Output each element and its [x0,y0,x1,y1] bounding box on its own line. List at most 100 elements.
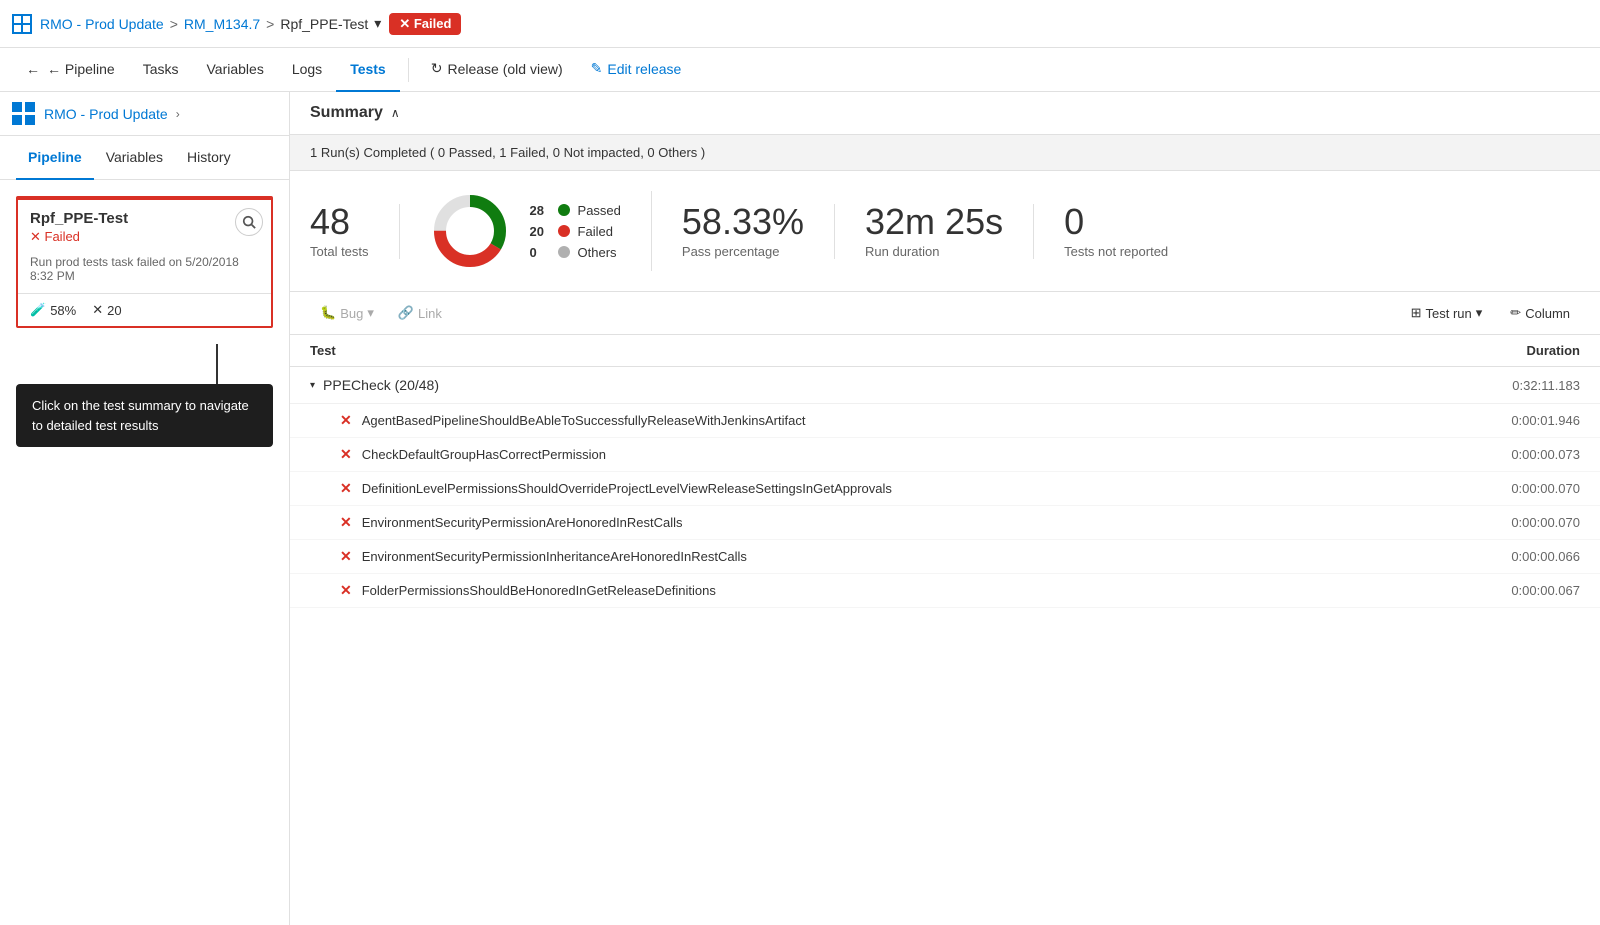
breadcrumb-release[interactable]: RM_M134.7 [184,16,260,32]
group-duration: 0:32:11.183 [1460,378,1580,393]
others-label: Others [578,245,617,260]
sidebar-brand: RMO - Prod Update › [0,92,289,136]
main-layout: RMO - Prod Update › Pipeline Variables H… [0,92,1600,925]
group-expand-icon: ▾ [310,380,315,391]
stage-dropdown-arrow[interactable]: ▾ [374,15,381,32]
donut-chart [430,191,510,271]
not-reported-label: Tests not reported [1064,244,1168,259]
nav-release-old[interactable]: ↻ Release (old view) [417,48,577,92]
test-name: EnvironmentSecurityPermissionInheritance… [362,549,1460,564]
run-duration-label: Run duration [865,244,1003,259]
stage-description: Run prod tests task failed on 5/20/2018 … [18,251,271,293]
passed-dot [558,204,570,216]
legend-failed: 20 Failed [530,224,621,239]
refresh-icon: ↻ [431,60,443,77]
stat-run-duration: 32m 25s Run duration [865,204,1034,259]
nav-logs[interactable]: Logs [278,48,336,92]
stage-status: ✕ Failed [30,229,259,245]
sidebar: RMO - Prod Update › Pipeline Variables H… [0,92,290,925]
fail-icon: ✕ [340,412,352,429]
sidebar-tab-history[interactable]: History [175,136,243,180]
nav-tests[interactable]: Tests [336,48,400,92]
run-info-bar: 1 Run(s) Completed ( 0 Passed, 1 Failed,… [290,135,1600,171]
table-row[interactable]: ✕ EnvironmentSecurityPermissionInheritan… [290,540,1600,574]
edit-icon: ✎ [591,60,603,77]
column-icon: ✏ [1510,305,1521,321]
sidebar-tabs: Pipeline Variables History [0,136,289,180]
table-row[interactable]: ✕ CheckDefaultGroupHasCorrectPermission … [290,438,1600,472]
total-tests-number: 48 [310,204,369,240]
not-reported-number: 0 [1064,204,1168,240]
status-x-icon: ✕ Failed [30,229,80,245]
fail-icon: ✕ [340,582,352,599]
legend-others: 0 Others [530,245,621,260]
flask-icon: 🧪 [30,302,46,318]
test-toolbar: 🐛 Bug ▾ 🔗 Link ⊞ Test run ▾ ✏ Column [290,292,1600,335]
test-duration: 0:00:00.070 [1460,515,1580,530]
sidebar-brand-title[interactable]: RMO - Prod Update [44,106,168,122]
col-header-test: Test [310,343,1460,358]
test-duration: 0:00:00.070 [1460,481,1580,496]
passed-count: 28 [530,203,550,218]
link-button[interactable]: 🔗 Link [388,300,452,326]
pass-pct-label: Pass percentage [682,244,804,259]
total-tests-label: Total tests [310,244,369,259]
test-group-row[interactable]: ▾ PPECheck (20/48) 0:32:11.183 [290,367,1600,404]
toolbar-right: ⊞ Test run ▾ ✏ Column [1401,300,1580,326]
test-name: CheckDefaultGroupHasCorrectPermission [362,447,1460,462]
test-run-arrow: ▾ [1476,305,1483,321]
back-arrow-icon: ← [26,61,40,77]
fail-icon: ✕ [340,446,352,463]
main-content: Summary ∧ 1 Run(s) Completed ( 0 Passed,… [290,92,1600,925]
breadcrumb-project[interactable]: RMO - Prod Update [40,16,164,32]
table-row[interactable]: ✕ AgentBasedPipelineShouldBeAbleToSucces… [290,404,1600,438]
group-name: PPECheck (20/48) [323,377,1460,393]
test-run-icon: ⊞ [1411,305,1422,321]
failed-dot [558,225,570,237]
passed-label: Passed [578,203,621,218]
fail-x-icon: ✕ [92,302,103,318]
failed-count: 20 [530,224,550,239]
donut-legend: 28 Passed 20 Failed 0 Others [530,203,621,260]
stage-pass-percent: 58% [50,303,76,318]
col-header-duration: Duration [1460,343,1580,358]
stage-search-button[interactable] [235,208,263,236]
nav-pipeline[interactable]: ← ← Pipeline [12,48,129,92]
test-duration: 0:00:01.946 [1460,413,1580,428]
table-row[interactable]: ✕ DefinitionLevelPermissionsShouldOverri… [290,472,1600,506]
test-name: DefinitionLevelPermissionsShouldOverride… [362,481,1460,496]
breadcrumb-stage[interactable]: Rpf_PPE-Test [280,16,368,32]
stage-fail-count: 20 [107,303,121,318]
stage-connector [16,344,289,384]
stage-footer: 🧪 58% ✕ 20 [18,293,271,326]
test-run-button[interactable]: ⊞ Test run ▾ [1401,300,1493,326]
table-row[interactable]: ✕ EnvironmentSecurityPermissionAreHonore… [290,506,1600,540]
sidebar-tab-pipeline[interactable]: Pipeline [16,136,94,180]
bug-button[interactable]: 🐛 Bug ▾ [310,300,384,326]
tooltip-box: Click on the test summary to navigate to… [16,384,273,447]
nav-tasks[interactable]: Tasks [129,48,193,92]
legend-passed: 28 Passed [530,203,621,218]
test-duration: 0:00:00.067 [1460,583,1580,598]
test-duration: 0:00:00.073 [1460,447,1580,462]
run-duration-number: 32m 25s [865,204,1003,240]
nav-variables[interactable]: Variables [193,48,278,92]
stats-row: 48 Total tests 28 [290,171,1600,292]
stage-card[interactable]: Rpf_PPE-Test ✕ Failed Run prod tests tas… [16,196,273,328]
app-logo [12,14,32,34]
sidebar-tab-variables[interactable]: Variables [94,136,175,180]
failed-status-badge: ✕ Failed [389,13,461,35]
summary-collapse-icon[interactable]: ∧ [391,106,400,120]
stat-pass-percent: 58.33% Pass percentage [682,204,835,259]
donut-chart-area: 28 Passed 20 Failed 0 Others [430,191,652,271]
table-header-row: Test Duration [290,335,1600,367]
column-button[interactable]: ✏ Column [1500,300,1580,326]
fail-icon: ✕ [340,514,352,531]
bug-dropdown-arrow: ▾ [367,305,374,321]
link-icon: 🔗 [398,305,414,321]
pass-pct-number: 58.33% [682,204,804,240]
nav-edit-release[interactable]: ✎ Edit release [577,48,696,92]
table-row[interactable]: ✕ FolderPermissionsShouldBeHonoredInGetR… [290,574,1600,608]
test-table: Test Duration ▾ PPECheck (20/48) 0:32:11… [290,335,1600,925]
stage-pass-metric: 🧪 58% [30,302,76,318]
